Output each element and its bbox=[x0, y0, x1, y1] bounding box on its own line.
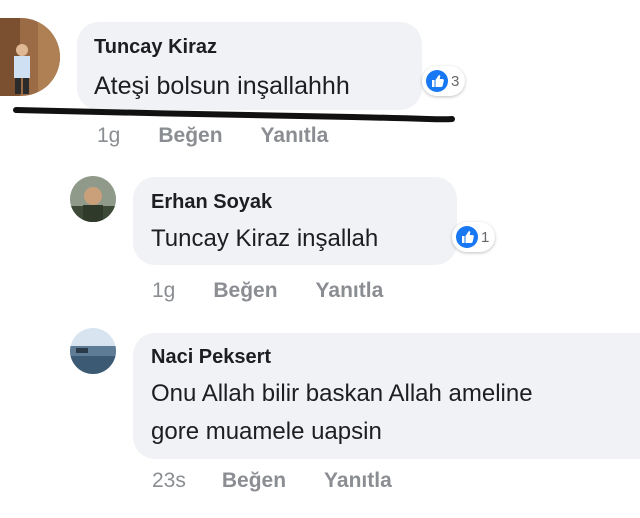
reply-button[interactable]: Yanıtla bbox=[261, 124, 329, 148]
comment-actions: 23s Beğen Yanıtla bbox=[152, 469, 392, 493]
avatar[interactable] bbox=[70, 328, 116, 374]
comment-actions: 1g Beğen Yanıtla bbox=[152, 279, 383, 303]
reaction-count: 1 bbox=[481, 228, 490, 246]
like-button[interactable]: Beğen bbox=[222, 469, 286, 493]
avatar[interactable] bbox=[70, 176, 116, 222]
reaction-summary[interactable]: 1 bbox=[452, 222, 496, 252]
like-button[interactable]: Beğen bbox=[158, 124, 222, 148]
black-underline-scribble bbox=[13, 107, 455, 123]
comment-author[interactable]: Naci Peksert bbox=[151, 346, 271, 369]
comment-actions: 1g Beğen Yanıtla bbox=[97, 124, 328, 148]
comment-text: Tuncay Kiraz inşallah bbox=[151, 225, 379, 252]
reply-button[interactable]: Yanıtla bbox=[316, 279, 384, 303]
timestamp[interactable]: 1g bbox=[97, 124, 120, 148]
reply-button[interactable]: Yanıtla bbox=[324, 469, 392, 493]
like-thumb-icon bbox=[456, 226, 478, 248]
comment-author[interactable]: Erhan Soyak bbox=[151, 191, 272, 214]
like-button[interactable]: Beğen bbox=[213, 279, 277, 303]
timestamp[interactable]: 23s bbox=[152, 469, 186, 493]
comment-text-line-1: Onu Allah bilir baskan Allah ameline bbox=[151, 380, 533, 407]
timestamp[interactable]: 1g bbox=[152, 279, 175, 303]
comment-text-line-2: gore muamele uapsin bbox=[151, 418, 382, 445]
